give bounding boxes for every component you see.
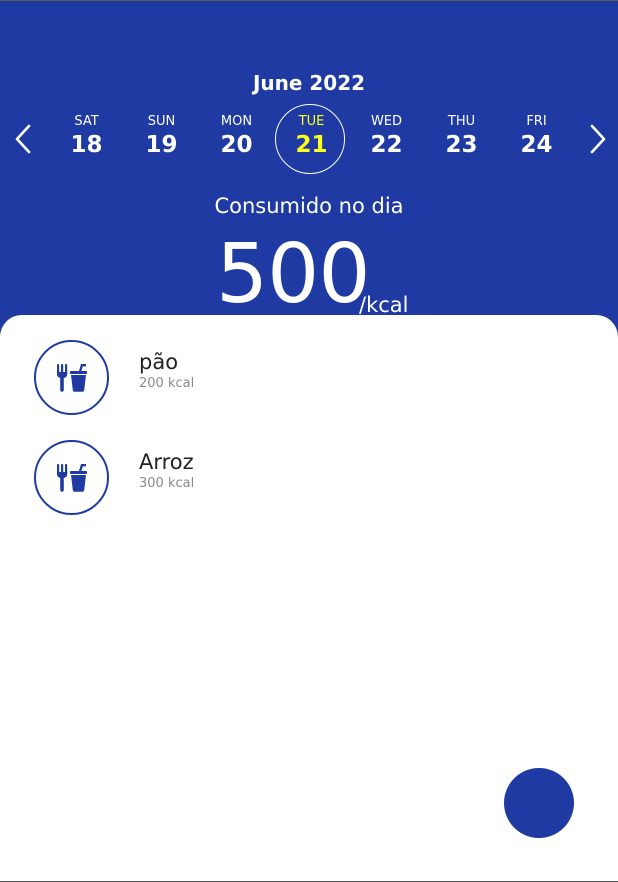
calories-unit: /kcal — [359, 293, 409, 317]
food-kcal: 200 kcal — [139, 376, 195, 391]
app-screen: June 2022 SAT 18 SUN 19 MON 20 TUE 21 WE… — [0, 0, 618, 882]
day-mon[interactable]: MON 20 — [199, 104, 274, 168]
day-number: 20 — [220, 132, 253, 158]
food-drink-icon — [56, 364, 87, 392]
food-name: pão — [139, 350, 179, 374]
day-number: 19 — [145, 132, 178, 158]
day-fri[interactable]: FRI 24 — [499, 104, 574, 168]
day-number: 23 — [445, 132, 478, 158]
food-kcal: 300 kcal — [139, 476, 195, 491]
prev-week-button[interactable] — [5, 119, 41, 159]
day-number: 22 — [370, 132, 403, 158]
month-title: June 2022 — [252, 71, 366, 95]
food-name: Arroz — [139, 450, 194, 474]
food-text: pão 200 kcal — [139, 349, 194, 393]
list-item[interactable]: Arroz 300 kcal — [34, 439, 594, 515]
food-icon-circle — [34, 339, 109, 415]
day-name: SAT — [74, 114, 99, 129]
day-number: 24 — [520, 132, 553, 158]
day-name: TUE — [298, 114, 325, 129]
list-item[interactable]: pão 200 kcal — [34, 339, 594, 415]
day-name: SUN — [147, 114, 176, 129]
chevron-left-icon — [15, 124, 31, 154]
next-week-button[interactable] — [580, 119, 616, 159]
header: June 2022 SAT 18 SUN 19 MON 20 TUE 21 WE… — [0, 1, 618, 341]
add-food-button[interactable] — [504, 768, 574, 838]
food-drink-icon — [56, 464, 87, 492]
day-thu[interactable]: THU 23 — [424, 104, 499, 168]
day-name: MON — [220, 114, 253, 129]
day-tue-selected[interactable]: TUE 21 — [274, 104, 349, 174]
day-name: THU — [447, 114, 476, 129]
day-sat[interactable]: SAT 18 — [49, 104, 124, 168]
day-name: WED — [370, 114, 403, 129]
day-number: 18 — [70, 132, 103, 158]
chevron-right-icon — [590, 124, 606, 154]
consumed-label: Consumido no dia — [214, 194, 404, 218]
day-sun[interactable]: SUN 19 — [124, 104, 199, 168]
week-days: SAT 18 SUN 19 MON 20 TUE 21 WED 22 THU 2… — [49, 104, 574, 174]
calories-total: 500 — [216, 227, 371, 322]
food-text: Arroz 300 kcal — [139, 449, 194, 493]
day-number: 21 — [295, 132, 328, 158]
day-name: FRI — [526, 114, 547, 129]
day-wed[interactable]: WED 22 — [349, 104, 424, 168]
food-icon-circle — [34, 439, 109, 515]
